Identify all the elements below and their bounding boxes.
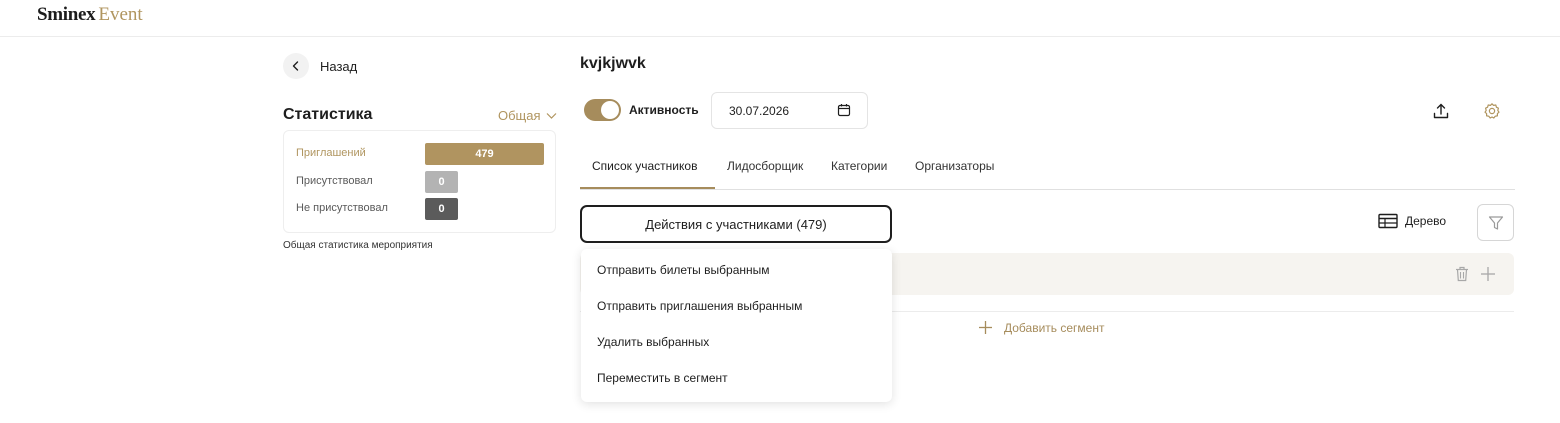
- stat-row-invited: Приглашений 479: [296, 143, 546, 165]
- top-bar: Sminex Event: [0, 0, 1560, 37]
- tab-organizers[interactable]: Организаторы: [915, 159, 994, 173]
- settings-button[interactable]: [1480, 99, 1504, 123]
- statistics-caption: Общая статистика мероприятия: [283, 240, 433, 251]
- calendar-icon[interactable]: [837, 103, 851, 117]
- tab-participants[interactable]: Список участников: [592, 159, 697, 173]
- add-subsegment-button[interactable]: [1476, 262, 1500, 286]
- toggle-knob: [601, 101, 619, 119]
- add-segment-label: Добавить сегмент: [1004, 320, 1105, 335]
- stat-bar-not-attended: 0: [425, 198, 458, 220]
- back-button[interactable]: Назад: [283, 53, 357, 79]
- menu-item-send-tickets[interactable]: Отправить билеты выбранным: [597, 263, 770, 277]
- filter-button[interactable]: [1477, 204, 1514, 241]
- participant-actions-menu: Отправить билеты выбранным Отправить при…: [581, 249, 892, 402]
- stat-row-not-attended: Не присутствовал 0: [296, 198, 546, 220]
- statistics-filter-value: Общая: [498, 108, 541, 123]
- delete-segment-button[interactable]: [1450, 262, 1474, 286]
- trash-icon: [1456, 266, 1468, 282]
- activity-toggle[interactable]: [584, 99, 621, 121]
- chevron-left-icon: [283, 53, 309, 79]
- stat-bar-attended: 0: [425, 171, 458, 193]
- statistics-title: Статистика: [283, 106, 373, 123]
- logo-bold: Sminex: [37, 4, 96, 25]
- tabs-bar: Список участников Лидосборщик Категории …: [580, 150, 1515, 190]
- participant-actions-button[interactable]: Действия с участниками (479): [580, 205, 892, 243]
- active-tab-indicator: [580, 187, 715, 189]
- tab-categories[interactable]: Категории: [831, 159, 887, 173]
- statistics-card: Приглашений 479 Присутствовал 0 Не прису…: [283, 130, 556, 233]
- upload-icon: [1433, 103, 1449, 119]
- stat-label: Присутствовал: [296, 175, 373, 187]
- filter-icon: [1488, 215, 1503, 230]
- date-field[interactable]: 30.07.2026: [711, 92, 868, 129]
- statistics-filter-select[interactable]: Общая: [498, 108, 557, 123]
- stat-bar-invited: 479: [425, 143, 544, 165]
- plus-icon: [979, 321, 992, 334]
- tab-lead-collector[interactable]: Лидосборщик: [727, 159, 803, 173]
- logo[interactable]: Sminex Event: [37, 5, 143, 25]
- gear-icon: [1484, 103, 1500, 119]
- back-label: Назад: [320, 58, 358, 74]
- activity-label: Активность: [629, 103, 699, 117]
- stat-label: Не присутствовал: [296, 202, 388, 214]
- export-button[interactable]: [1429, 99, 1453, 123]
- date-value: 30.07.2026: [729, 104, 790, 118]
- tree-view-button[interactable]: Дерево: [1378, 213, 1446, 229]
- stat-label: Приглашений: [296, 147, 366, 159]
- stat-row-attended: Присутствовал 0: [296, 171, 546, 193]
- menu-item-delete-selected[interactable]: Удалить выбранных: [597, 335, 709, 349]
- chevron-down-icon: [546, 112, 556, 119]
- menu-item-move-to-segment[interactable]: Переместить в сегмент: [597, 371, 728, 385]
- add-segment-button[interactable]: Добавить сегмент: [978, 320, 1104, 335]
- logo-light: Event: [98, 4, 143, 25]
- menu-item-send-invitations[interactable]: Отправить приглашения выбранным: [597, 299, 802, 313]
- table-icon: [1378, 213, 1398, 229]
- tree-view-label: Дерево: [1405, 214, 1447, 228]
- plus-icon: [1481, 267, 1495, 281]
- event-title: kvjkjwvk: [580, 55, 646, 72]
